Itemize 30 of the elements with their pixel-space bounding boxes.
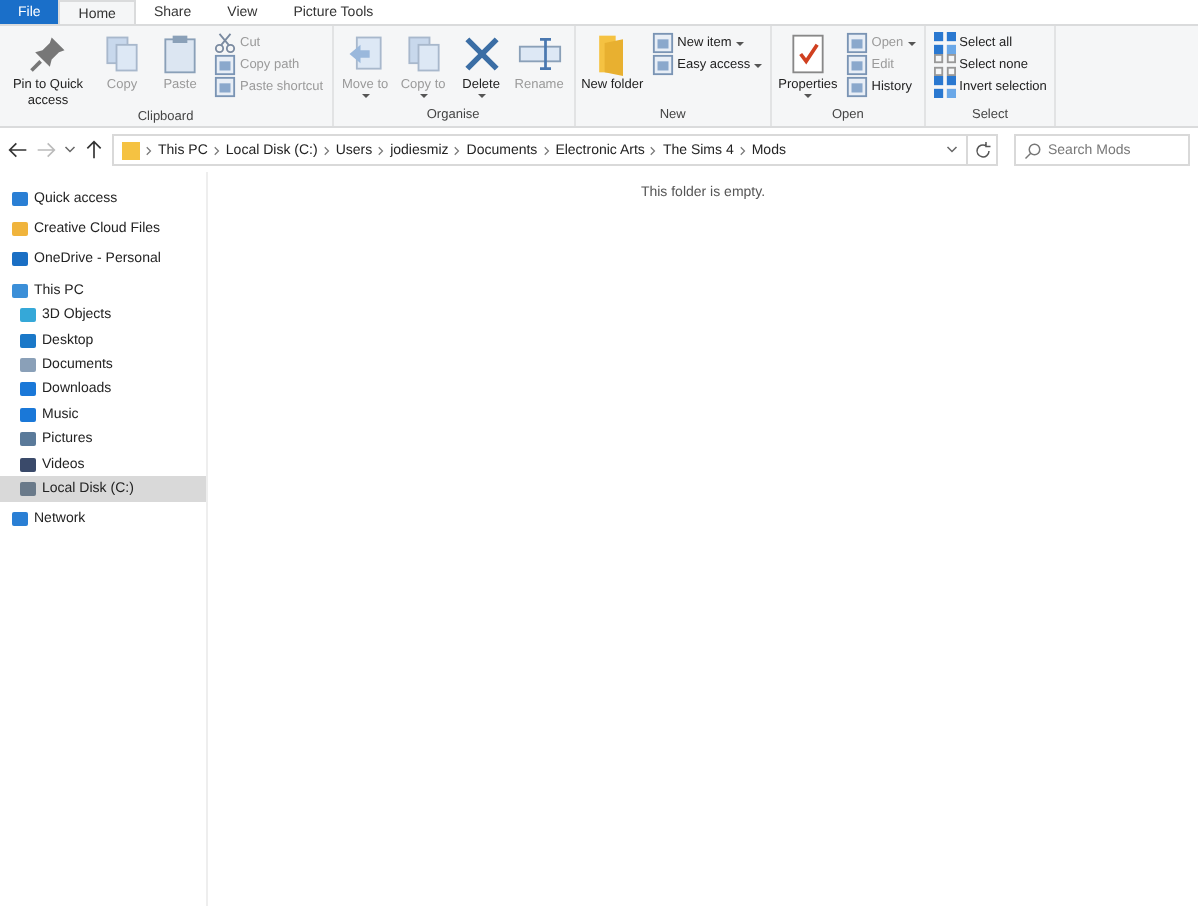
chevron-right-icon <box>378 145 385 155</box>
refresh-button[interactable] <box>966 134 998 166</box>
refresh-icon <box>973 141 991 159</box>
scissors-icon <box>214 32 236 54</box>
clipboard-icon <box>158 32 202 76</box>
chevron-right-icon <box>146 145 152 155</box>
caret-icon <box>803 94 812 98</box>
caret-icon <box>419 94 428 98</box>
copy-icon <box>100 32 144 76</box>
caret-icon <box>735 41 744 45</box>
caret-icon <box>754 63 763 67</box>
up-arrow-icon[interactable] <box>84 140 104 160</box>
caret-icon <box>477 94 486 98</box>
chevron-right-icon <box>454 145 461 155</box>
search-icon <box>1024 142 1042 160</box>
caret-icon <box>907 41 916 45</box>
select-none-icon <box>933 54 956 76</box>
chevron-down-icon[interactable] <box>64 144 76 156</box>
select-all-icon <box>933 32 956 54</box>
invert-selection-icon <box>933 76 956 98</box>
back-arrow-icon[interactable] <box>8 140 28 160</box>
chevron-down-icon[interactable] <box>946 144 958 156</box>
pin-icon <box>26 32 70 76</box>
chevron-right-icon <box>213 145 220 155</box>
chevron-right-icon <box>739 145 746 155</box>
chevron-right-icon <box>650 145 657 155</box>
rename-icon <box>517 32 562 76</box>
chevron-right-icon <box>323 145 330 155</box>
caret-icon <box>361 94 370 98</box>
chevron-right-icon <box>543 145 550 155</box>
